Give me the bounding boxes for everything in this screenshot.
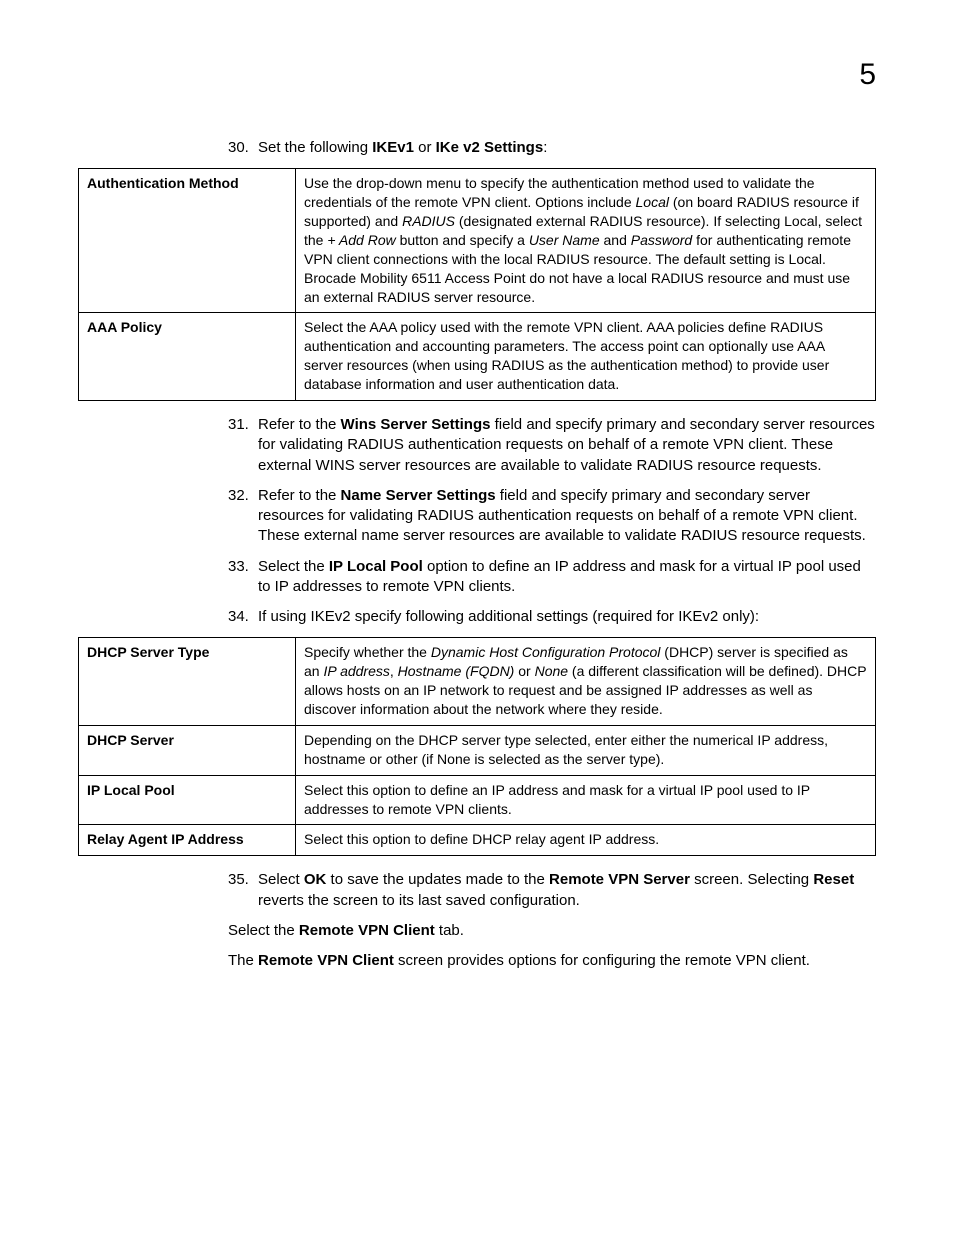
text-fragment: Select the (228, 922, 299, 939)
text-bold: Remote VPN Server (549, 871, 690, 888)
desc-cell: Specify whether the Dynamic Host Configu… (296, 638, 876, 726)
text-fragment: screen. Selecting (690, 871, 813, 888)
term-cell: Authentication Method (79, 169, 296, 313)
step-34: 34. If using IKEv2 specify following add… (228, 607, 876, 627)
text-fragment: and (600, 232, 631, 248)
page: 5 30. Set the following IKEv1 or IKe v2 … (0, 0, 954, 1235)
step-text: Select the IP Local Pool option to defin… (258, 557, 876, 598)
table-row: DHCP Server Type Specify whether the Dyn… (79, 638, 876, 726)
text-fragment: Specify whether the (304, 644, 431, 660)
text-fragment: screen provides options for configuring … (394, 952, 810, 969)
text-italic: + Add Row (327, 232, 395, 248)
table-row: Authentication Method Use the drop-down … (79, 169, 876, 313)
text-italic: None (535, 663, 568, 679)
text-bold: IKEv1 (372, 139, 414, 156)
step-31: 31. Refer to the Wins Server Settings fi… (228, 415, 876, 476)
step-35: 35. Select OK to save the updates made t… (228, 870, 876, 911)
desc-cell: Depending on the DHCP server type select… (296, 725, 876, 775)
ike-settings-table: Authentication Method Use the drop-down … (78, 168, 876, 401)
text-fragment: : (543, 139, 547, 156)
text-italic: Dynamic Host Configuration Protocol (431, 644, 661, 660)
text-bold: OK (304, 871, 327, 888)
desc-cell: Select this option to define an IP addre… (296, 775, 876, 825)
table-row: AAA Policy Select the AAA policy used wi… (79, 313, 876, 401)
text-bold: IP Local Pool (329, 558, 423, 575)
step-number: 31. (228, 415, 258, 476)
step-number: 30. (228, 138, 258, 158)
step-number: 33. (228, 557, 258, 598)
term-cell: AAA Policy (79, 313, 296, 401)
table-row: Relay Agent IP Address Select this optio… (79, 825, 876, 856)
desc-cell: Use the drop-down menu to specify the au… (296, 169, 876, 313)
text-bold: Name Server Settings (341, 487, 496, 504)
text-bold: IKe v2 Settings (436, 139, 544, 156)
text-fragment: Refer to the (258, 416, 341, 433)
step-number: 34. (228, 607, 258, 627)
text-italic: Password (631, 232, 692, 248)
paragraph: The Remote VPN Client screen provides op… (228, 951, 876, 971)
text-fragment: Select the (258, 558, 329, 575)
term-cell: DHCP Server Type (79, 638, 296, 726)
desc-cell: Select the AAA policy used with the remo… (296, 313, 876, 401)
text-bold: Remote VPN Client (258, 952, 394, 969)
text-italic: IP address (323, 663, 389, 679)
table-row: IP Local Pool Select this option to defi… (79, 775, 876, 825)
text-fragment: or (414, 139, 436, 156)
text-bold: Reset (813, 871, 854, 888)
text-fragment: The (228, 952, 258, 969)
term-cell: Relay Agent IP Address (79, 825, 296, 856)
text-italic: User Name (529, 232, 600, 248)
page-number: 5 (859, 58, 876, 92)
step-number: 32. (228, 486, 258, 547)
step-text: If using IKEv2 specify following additio… (258, 607, 876, 627)
step-text: Refer to the Name Server Settings field … (258, 486, 876, 547)
text-fragment: to save the updates made to the (326, 871, 549, 888)
step-number: 35. (228, 870, 258, 911)
step-text: Refer to the Wins Server Settings field … (258, 415, 876, 476)
paragraph: Select the Remote VPN Client tab. (228, 921, 876, 941)
text-fragment: or (514, 663, 534, 679)
text-italic: RADIUS (402, 213, 455, 229)
step-33: 33. Select the IP Local Pool option to d… (228, 557, 876, 598)
text-fragment: tab. (435, 922, 464, 939)
text-italic: Hostname (FQDN) (398, 663, 515, 679)
step-text: Select OK to save the updates made to th… (258, 870, 876, 911)
text-fragment: reverts the screen to its last saved con… (258, 892, 580, 909)
desc-cell: Select this option to define DHCP relay … (296, 825, 876, 856)
step-30: 30. Set the following IKEv1 or IKe v2 Se… (228, 138, 876, 158)
text-fragment: Select (258, 871, 304, 888)
step-text: Set the following IKEv1 or IKe v2 Settin… (258, 138, 876, 158)
text-fragment: , (390, 663, 398, 679)
text-italic: Local (636, 194, 669, 210)
text-bold: Remote VPN Client (299, 922, 435, 939)
step-32: 32. Refer to the Name Server Settings fi… (228, 486, 876, 547)
term-cell: DHCP Server (79, 725, 296, 775)
table-row: DHCP Server Depending on the DHCP server… (79, 725, 876, 775)
text-fragment: Set the following (258, 139, 372, 156)
text-bold: Wins Server Settings (341, 416, 491, 433)
text-fragment: Refer to the (258, 487, 341, 504)
ikev2-settings-table: DHCP Server Type Specify whether the Dyn… (78, 637, 876, 856)
text-fragment: button and specify a (396, 232, 529, 248)
term-cell: IP Local Pool (79, 775, 296, 825)
